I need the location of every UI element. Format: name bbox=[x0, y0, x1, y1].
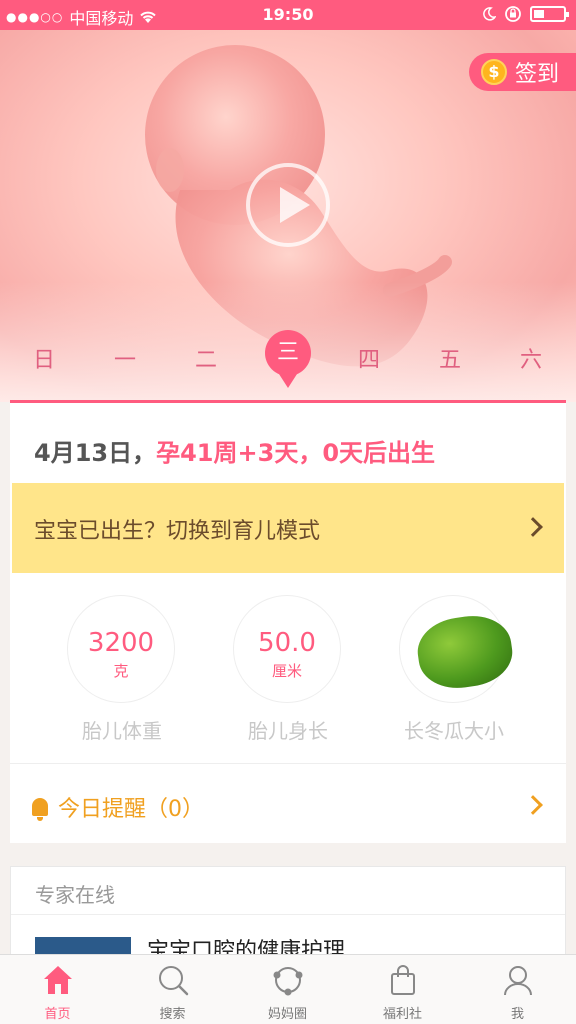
bottom-tab-bar: 首页 搜索 妈妈圈 福利社 我 bbox=[0, 954, 576, 1024]
tab-welfare[interactable]: 福利社 bbox=[345, 955, 460, 1024]
search-icon bbox=[159, 966, 189, 996]
length-value: 50.0 bbox=[258, 628, 316, 658]
status-bar: ●●●○○ 中国移动 19:50 bbox=[0, 0, 576, 30]
days-until-birth: 0天后出生 bbox=[322, 439, 436, 467]
moon-icon bbox=[483, 7, 496, 21]
chevron-right-icon bbox=[523, 795, 543, 815]
weekday-sun[interactable]: 日 bbox=[24, 342, 64, 374]
tab-label: 我 bbox=[510, 1007, 524, 1022]
play-button[interactable] bbox=[246, 163, 330, 247]
weekday-tue[interactable]: 二 bbox=[186, 342, 226, 374]
weight-stat-circle[interactable]: 3200 克 bbox=[67, 595, 175, 703]
pregnancy-status-line: 4月13日，孕41周+3天，0天后出生 bbox=[34, 433, 435, 468]
pregnancy-week: 孕41周+3天， bbox=[156, 439, 323, 467]
length-unit: 厘米 bbox=[271, 662, 302, 680]
reminder-label: 今日提醒（0） bbox=[58, 797, 204, 822]
size-comparison-label: 长冬瓜大小 bbox=[404, 719, 504, 743]
weekday-sat[interactable]: 六 bbox=[511, 342, 551, 374]
bell-icon bbox=[32, 798, 48, 821]
divider bbox=[11, 914, 565, 915]
section-title: 专家在线 bbox=[35, 883, 115, 907]
tab-me[interactable]: 我 bbox=[460, 955, 575, 1024]
chevron-right-icon bbox=[523, 517, 543, 537]
tab-label: 首页 bbox=[44, 1007, 71, 1022]
tab-label: 福利社 bbox=[382, 1007, 422, 1022]
switch-parenting-mode-banner[interactable]: 宝宝已出生？切换到育儿模式 bbox=[12, 483, 564, 573]
coin-icon: $ bbox=[481, 59, 507, 85]
length-label: 胎儿身长 bbox=[248, 719, 328, 743]
shopping-bag-icon bbox=[391, 965, 415, 995]
tab-community[interactable]: 妈妈圈 bbox=[230, 955, 345, 1024]
today-reminder-row[interactable]: 今日提醒（0） bbox=[32, 791, 204, 823]
experts-online-section: 专家在线 宝宝口腔的健康护理 bbox=[10, 866, 566, 967]
current-date: 4月13日， bbox=[34, 439, 157, 467]
weekday-fri[interactable]: 五 bbox=[430, 342, 470, 374]
weekday-selector: 日 一 二 三 四 五 六 bbox=[0, 330, 576, 390]
weight-unit: 克 bbox=[113, 662, 129, 680]
tab-search[interactable]: 搜索 bbox=[115, 955, 230, 1024]
weekday-mon[interactable]: 一 bbox=[105, 342, 145, 374]
switch-mode-label: 宝宝已出生？切换到育儿模式 bbox=[34, 519, 321, 544]
weekday-thu[interactable]: 四 bbox=[349, 342, 389, 374]
weight-value: 3200 bbox=[87, 628, 155, 658]
status-right bbox=[482, 5, 569, 23]
profile-icon bbox=[504, 966, 532, 996]
rotation-lock-icon bbox=[505, 6, 521, 22]
weekday-wed-active[interactable]: 三 bbox=[265, 330, 311, 388]
battery-icon bbox=[530, 6, 569, 22]
checkin-button[interactable]: $ 签到 bbox=[469, 53, 576, 91]
checkin-label: 签到 bbox=[515, 62, 560, 87]
tab-label: 搜索 bbox=[159, 1007, 186, 1022]
home-icon bbox=[44, 966, 72, 994]
tab-label: 妈妈圈 bbox=[267, 1007, 307, 1022]
weight-label: 胎儿体重 bbox=[82, 719, 162, 743]
length-stat-circle[interactable]: 50.0 厘米 bbox=[233, 595, 341, 703]
community-icon bbox=[273, 967, 303, 996]
hero-banner[interactable]: $ 签到 日 一 二 三 四 五 六 bbox=[0, 30, 576, 402]
pregnancy-summary-card: 4月13日，孕41周+3天，0天后出生 宝宝已出生？切换到育儿模式 3200 克… bbox=[10, 403, 566, 843]
divider bbox=[10, 763, 566, 764]
tab-home[interactable]: 首页 bbox=[0, 955, 115, 1024]
